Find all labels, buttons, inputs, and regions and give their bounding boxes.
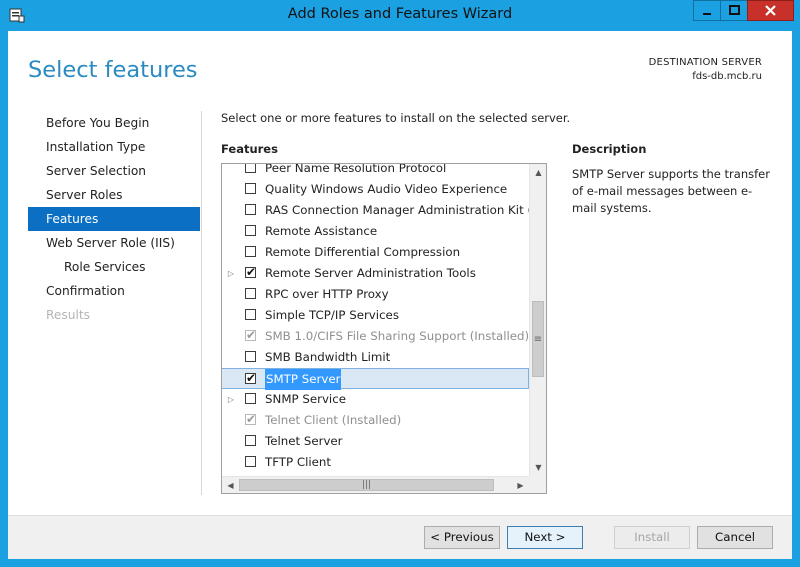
feature-row[interactable]: Simple TCP/IP Services (222, 305, 529, 326)
feature-row[interactable]: Telnet Server (222, 431, 529, 452)
nav-item-role-services[interactable]: Role Services (28, 255, 200, 279)
feature-label: Simple TCP/IP Services (265, 308, 399, 322)
features-tree[interactable]: Peer Name Resolution Protocol Quality Win… (221, 163, 547, 494)
horizontal-scrollbar[interactable]: ◀ ||| ▶ (222, 476, 529, 493)
feature-label: RPC over HTTP Proxy (265, 287, 389, 301)
feature-label: Quality Windows Audio Video Experience (265, 182, 508, 196)
feature-row[interactable]: ▷ ✔ Remote Server Administration Tools (222, 263, 529, 284)
features-heading: Features (221, 142, 278, 156)
vertical-scrollbar[interactable]: ▲ ≡ ▼ (529, 164, 546, 476)
vertical-scroll-thumb[interactable]: ≡ (532, 301, 544, 377)
nav-item-installation-type[interactable]: Installation Type (28, 135, 200, 159)
title-bar[interactable]: Add Roles and Features Wizard (0, 0, 800, 31)
feature-label: Remote Differential Compression (265, 245, 461, 259)
scrollbar-corner (529, 476, 546, 493)
feature-row[interactable]: RAS Connection Manager Administration Ki… (222, 200, 546, 221)
wizard-nav: Before You Begin Installation Type Serve… (28, 111, 200, 327)
feature-label: Remote Assistance (265, 224, 378, 238)
feature-checkbox[interactable] (245, 164, 256, 173)
close-button[interactable] (747, 0, 794, 21)
feature-checkbox[interactable] (245, 288, 256, 299)
maximize-icon (729, 5, 740, 15)
scroll-up-arrow-icon[interactable]: ▲ (530, 164, 546, 181)
feature-row[interactable]: Peer Name Resolution Protocol (222, 163, 529, 179)
feature-label: Telnet Client (Installed) (265, 413, 402, 427)
cancel-button[interactable]: Cancel (697, 526, 773, 549)
checkmark-icon: ✔ (246, 412, 257, 426)
feature-row[interactable]: Remote Assistance (222, 221, 529, 242)
feature-row[interactable]: Remote Differential Compression (222, 242, 529, 263)
feature-row[interactable]: RPC over HTTP Proxy (222, 284, 529, 305)
feature-row[interactable]: ✔ SMTP Server (222, 368, 529, 390)
expand-arrow-icon[interactable]: ▷ (225, 389, 237, 410)
checkmark-icon: ✔ (246, 371, 257, 385)
nav-item-results: Results (46, 308, 91, 322)
feature-label: SMB Bandwidth Limit (265, 350, 391, 364)
checkmark-icon: ✔ (246, 328, 257, 342)
nav-item-before-you-begin[interactable]: Before You Begin (28, 111, 200, 135)
nav-item-features[interactable]: Features (28, 207, 200, 231)
previous-button[interactable]: < Previous (424, 526, 500, 549)
nav-item-server-selection[interactable]: Server Selection (28, 159, 200, 183)
feature-label: SMB 1.0/CIFS File Sharing Support (Insta… (265, 329, 530, 343)
instruction-text: Select one or more features to install o… (221, 111, 571, 125)
feature-row[interactable]: TFTP Client (222, 452, 529, 473)
feature-row[interactable]: Quality Windows Audio Video Experience (222, 179, 529, 200)
expand-arrow-icon[interactable]: ▷ (225, 263, 237, 284)
feature-checkbox[interactable]: ✔ (245, 371, 257, 385)
page-title: Select features (28, 57, 198, 83)
feature-row[interactable]: ✔ Telnet Client (Installed) (222, 410, 529, 431)
description-text: SMTP Server supports the transfer of e-m… (572, 167, 770, 215)
feature-label: SMTP Server (265, 369, 342, 390)
feature-checkbox[interactable] (245, 393, 256, 404)
feature-checkbox[interactable] (245, 435, 256, 446)
feature-label: SNMP Service (265, 392, 346, 406)
nav-divider (201, 111, 202, 495)
feature-checkbox[interactable] (245, 456, 256, 467)
feature-checkbox[interactable] (245, 183, 256, 194)
feature-row[interactable]: ▷ SNMP Service (222, 389, 529, 410)
description-heading: Description (572, 142, 647, 156)
destination-server-name: fds-db.mcb.ru (692, 71, 762, 82)
scroll-left-arrow-icon[interactable]: ◀ (222, 477, 239, 493)
window-title: Add Roles and Features Wizard (287, 6, 513, 22)
wizard-footer: < Previous Next > Install Cancel (8, 515, 792, 559)
features-rows: Peer Name Resolution Protocol Quality Win… (222, 163, 546, 473)
feature-checkbox: ✔ (245, 328, 257, 342)
scroll-down-arrow-icon[interactable]: ▼ (530, 459, 546, 476)
feature-row[interactable]: SMB Bandwidth Limit (222, 347, 529, 368)
install-button: Install (614, 526, 690, 549)
checkmark-icon: ✔ (246, 265, 257, 279)
close-icon (765, 5, 776, 16)
nav-item-web-server-role[interactable]: Web Server Role (IIS) (28, 231, 200, 255)
feature-checkbox[interactable] (245, 309, 256, 320)
scroll-right-arrow-icon[interactable]: ▶ (512, 477, 529, 493)
feature-checkbox[interactable] (245, 225, 256, 236)
nav-item-server-roles[interactable]: Server Roles (28, 183, 200, 207)
maximize-button[interactable] (720, 0, 748, 21)
feature-label: Peer Name Resolution Protocol (265, 163, 447, 175)
feature-checkbox[interactable] (245, 246, 256, 257)
horizontal-scroll-thumb[interactable]: ||| (239, 479, 494, 491)
feature-checkbox[interactable]: ✔ (245, 265, 257, 279)
feature-checkbox[interactable] (245, 351, 256, 362)
destination-server-label: DESTINATION SERVER (648, 57, 762, 68)
wizard-client-area: Select features DESTINATION SERVER fds-d… (8, 31, 792, 559)
nav-item-confirmation[interactable]: Confirmation (28, 279, 200, 303)
feature-label: Remote Server Administration Tools (265, 266, 476, 280)
minimize-icon (703, 13, 711, 15)
feature-checkbox: ✔ (245, 412, 257, 426)
wizard-window: Add Roles and Features Wizard Select fea… (0, 0, 800, 567)
feature-label: Telnet Server (265, 434, 343, 448)
next-button[interactable]: Next > (507, 526, 583, 549)
feature-label: RAS Connection Manager Administration Ki… (265, 203, 547, 217)
feature-label: TFTP Client (265, 455, 332, 469)
minimize-button[interactable] (693, 0, 721, 21)
feature-row[interactable]: ✔ SMB 1.0/CIFS File Sharing Support (Inst… (222, 326, 529, 347)
feature-checkbox[interactable] (245, 204, 256, 215)
